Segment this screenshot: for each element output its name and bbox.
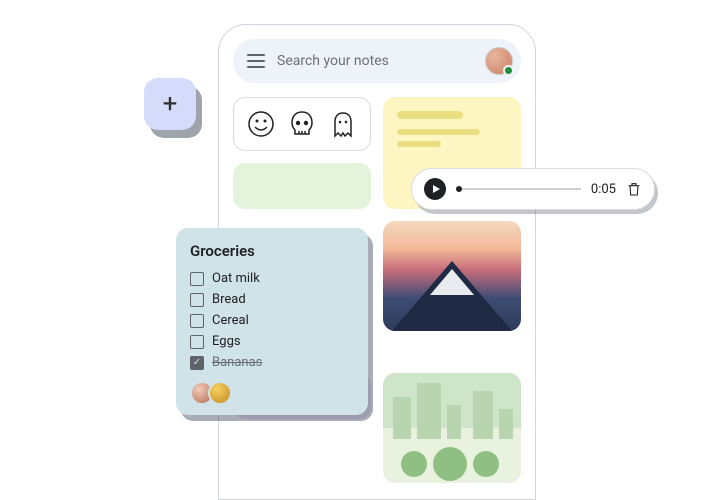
audio-note[interactable]: 0:05 (411, 168, 655, 210)
checklist-item[interactable]: Bananas (190, 352, 354, 373)
checklist-item-label: Cereal (212, 313, 249, 328)
checkbox[interactable] (190, 272, 204, 286)
skull-icon (286, 108, 318, 140)
checklist-item[interactable]: Bread (190, 289, 354, 310)
menu-icon[interactable] (247, 54, 265, 68)
audio-timestamp: 0:05 (591, 182, 616, 197)
audio-track[interactable] (456, 188, 581, 190)
checkbox[interactable] (190, 293, 204, 307)
note-drawing[interactable] (233, 97, 371, 151)
checklist-item-label: Bread (212, 292, 246, 307)
note-title: Groceries (190, 242, 354, 260)
search-bar[interactable]: Search your notes (233, 39, 521, 83)
plus-icon: + (163, 89, 178, 119)
checkbox[interactable] (190, 335, 204, 349)
search-input[interactable]: Search your notes (277, 53, 473, 69)
checklist-item-label: Oat milk (212, 271, 260, 286)
trash-icon (626, 181, 642, 197)
delete-button[interactable] (626, 181, 642, 197)
add-note-button[interactable]: + (144, 78, 196, 130)
checklist-item-label: Eggs (212, 334, 241, 349)
checkbox[interactable] (190, 314, 204, 328)
note-groceries[interactable]: Groceries Oat milk Bread Cereal Eggs Bananas (176, 228, 368, 415)
avatar-status-badge (503, 65, 514, 76)
note-green[interactable] (233, 163, 371, 209)
play-button[interactable] (424, 178, 446, 200)
smiley-icon (245, 108, 277, 140)
note-image-park[interactable] (383, 373, 521, 483)
checklist-item[interactable]: Cereal (190, 310, 354, 331)
collaborator-avatar[interactable] (208, 381, 232, 405)
checkbox[interactable] (190, 356, 204, 370)
collaborators (190, 381, 354, 405)
checklist-item[interactable]: Eggs (190, 331, 354, 352)
checklist-item-label: Bananas (212, 355, 262, 370)
checklist-item[interactable]: Oat milk (190, 268, 354, 289)
avatar[interactable] (485, 47, 513, 75)
ghost-icon (327, 108, 359, 140)
note-image-mountain[interactable] (383, 221, 521, 331)
